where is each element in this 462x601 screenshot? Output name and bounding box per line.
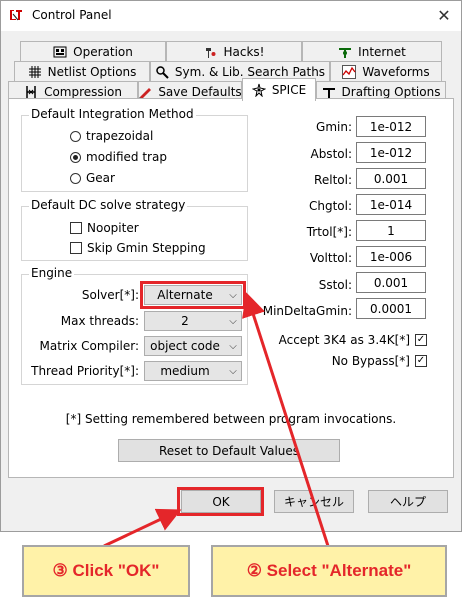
spice-icon bbox=[251, 83, 266, 97]
callout-select-alternate: ② Select "Alternate" bbox=[211, 545, 447, 597]
tab-label: SPICE bbox=[271, 83, 307, 97]
callout-click-ok: ③ Click "OK" bbox=[22, 545, 190, 597]
annotation-arrows bbox=[103, 292, 330, 548]
arrow-to-ok bbox=[103, 508, 182, 548]
arrow-to-solver bbox=[242, 292, 330, 547]
tab-spice[interactable]: SPICE bbox=[242, 78, 316, 101]
